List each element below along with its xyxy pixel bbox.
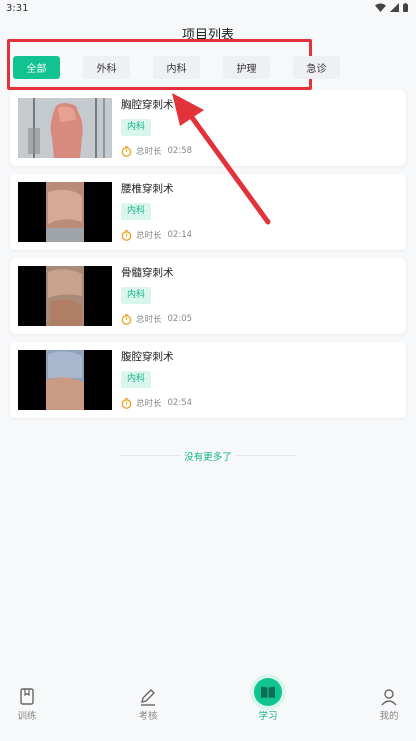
nav-active-badge xyxy=(254,678,282,706)
divider-right xyxy=(236,455,296,456)
nav-label: 训练 xyxy=(17,711,37,722)
item-title: 胸腔穿刺术 xyxy=(121,99,174,111)
department-tag: 内科 xyxy=(121,371,152,388)
item-title: 骨髓穿刺术 xyxy=(121,267,174,279)
bottom-nav: 训练 考核 学习 我的 xyxy=(0,676,416,726)
project-list-screen: 3:31 项目列表 全部 外科 内科 护理 急诊 胸腔穿刺术 内科 总时长 02… xyxy=(0,0,416,741)
duration-value: 02:05 xyxy=(167,314,193,324)
duration-label: 总时长 xyxy=(136,315,162,325)
duration-value: 02:14 xyxy=(167,230,193,240)
timer-icon xyxy=(121,145,132,157)
nav-label: 学习 xyxy=(258,711,278,722)
open-book-icon xyxy=(261,686,275,698)
person-icon xyxy=(381,689,397,706)
video-thumbnail xyxy=(18,266,112,326)
duration-label: 总时长 xyxy=(136,231,162,241)
video-thumbnail xyxy=(18,98,112,158)
pen-icon xyxy=(141,689,155,706)
tab-surgery[interactable]: 外科 xyxy=(83,56,130,79)
list-item[interactable]: 腹腔穿刺术 内科 总时长 02:54 xyxy=(10,342,406,418)
tab-internal-medicine[interactable]: 内科 xyxy=(153,56,200,79)
status-bar: 3:31 xyxy=(0,0,416,18)
department-tag: 内科 xyxy=(121,119,152,136)
item-title: 腹腔穿刺术 xyxy=(121,351,174,363)
status-icons xyxy=(375,3,408,12)
timer-icon xyxy=(121,313,132,325)
battery-icon xyxy=(403,3,408,12)
duration-value: 02:58 xyxy=(167,146,193,156)
nav-label: 考核 xyxy=(138,711,158,722)
department-tag: 内科 xyxy=(121,203,152,220)
list-end-text: 没有更多了 xyxy=(184,452,232,463)
item-title: 腰椎穿刺术 xyxy=(121,183,174,195)
tab-emergency[interactable]: 急诊 xyxy=(293,56,340,79)
video-thumbnail xyxy=(18,182,112,242)
duration: 总时长 02:14 xyxy=(121,229,192,241)
category-tabs: 全部 外科 内科 护理 急诊 xyxy=(13,56,340,79)
status-time: 3:31 xyxy=(6,3,29,14)
nav-item-training[interactable]: 训练 xyxy=(0,688,57,722)
list-item[interactable]: 腰椎穿刺术 内科 总时长 02:14 xyxy=(10,174,406,250)
nav-label: 我的 xyxy=(379,711,399,722)
list-item[interactable]: 骨髓穿刺术 内科 总时长 02:05 xyxy=(10,258,406,334)
duration-value: 02:54 xyxy=(167,398,193,408)
book-icon xyxy=(20,688,34,705)
nav-item-exam[interactable]: 考核 xyxy=(118,688,178,722)
nav-item-study[interactable]: 学习 xyxy=(238,678,298,722)
timer-icon xyxy=(121,229,132,241)
wifi-icon xyxy=(375,3,386,12)
video-thumbnail xyxy=(18,350,112,410)
duration-label: 总时长 xyxy=(136,147,162,157)
tab-all[interactable]: 全部 xyxy=(13,56,60,79)
nav-item-profile[interactable]: 我的 xyxy=(359,688,416,722)
list-item[interactable]: 胸腔穿刺术 内科 总时长 02:58 xyxy=(10,90,406,166)
department-tag: 内科 xyxy=(121,287,152,304)
duration: 总时长 02:58 xyxy=(121,145,192,157)
duration-label: 总时长 xyxy=(136,399,162,409)
duration: 总时长 02:05 xyxy=(121,313,192,325)
signal-icon xyxy=(390,3,399,12)
tab-nursing[interactable]: 护理 xyxy=(223,56,270,79)
timer-icon xyxy=(121,397,132,409)
duration: 总时长 02:54 xyxy=(121,397,192,409)
